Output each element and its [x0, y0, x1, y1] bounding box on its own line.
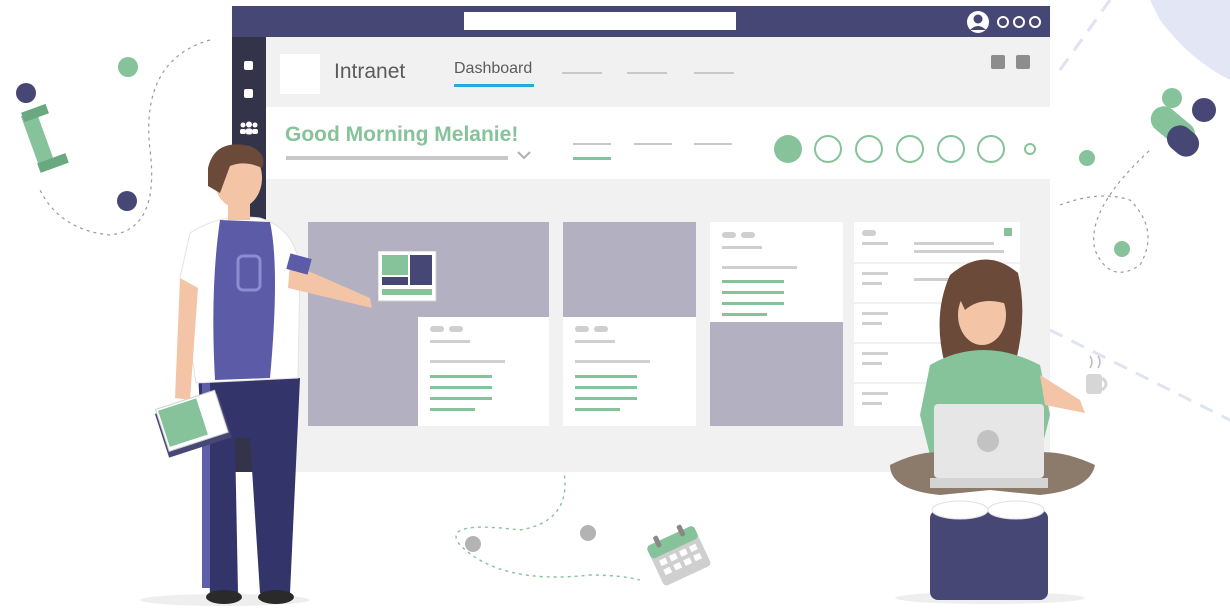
card-image [710, 322, 843, 426]
page-dot[interactable] [896, 135, 924, 163]
filter-line[interactable] [694, 143, 732, 145]
chevron-down-icon[interactable] [516, 149, 532, 161]
pushpin-icon [20, 103, 69, 173]
user-avatar-icon[interactable] [966, 10, 990, 34]
window-control[interactable] [991, 55, 1005, 69]
window-control[interactable] [1016, 55, 1030, 69]
rail-item-2[interactable] [244, 89, 253, 98]
news-card-3[interactable] [710, 222, 843, 426]
coffee-mug-icon [1086, 355, 1108, 394]
rail-item-1[interactable] [244, 61, 253, 70]
filter-line[interactable] [573, 143, 611, 145]
page-dot[interactable] [855, 135, 883, 163]
page-dot-active[interactable] [774, 135, 802, 163]
tab-dashboard[interactable]: Dashboard [454, 60, 532, 78]
nav-item-placeholder[interactable] [694, 72, 734, 74]
capsule-icon [1150, 106, 1200, 157]
laptop-icon [930, 404, 1048, 488]
page-dot-small[interactable] [1024, 143, 1036, 155]
news-card-2[interactable] [563, 222, 696, 426]
nav-item-placeholder[interactable] [562, 72, 602, 74]
man-illustration [140, 144, 372, 606]
logo-placeholder [280, 54, 320, 94]
page-dot[interactable] [937, 135, 965, 163]
page-dot[interactable] [977, 135, 1005, 163]
mini-dashboard-card [378, 251, 437, 302]
active-tab-indicator [454, 84, 534, 87]
people-icon[interactable] [239, 121, 259, 135]
book-icon [154, 389, 232, 458]
filter-line[interactable] [634, 143, 672, 145]
nav-item-placeholder[interactable] [627, 72, 667, 74]
page-dot[interactable] [814, 135, 842, 163]
card-image [563, 222, 696, 317]
calendar-icon [647, 524, 711, 586]
search-input[interactable] [464, 12, 736, 30]
filter-line-active[interactable] [573, 157, 611, 160]
brand-title: Intranet [334, 60, 406, 83]
title-bar [232, 6, 1050, 37]
more-dots-icon[interactable] [996, 14, 1042, 30]
intranet-header: Intranet Dashboard [266, 37, 1050, 107]
